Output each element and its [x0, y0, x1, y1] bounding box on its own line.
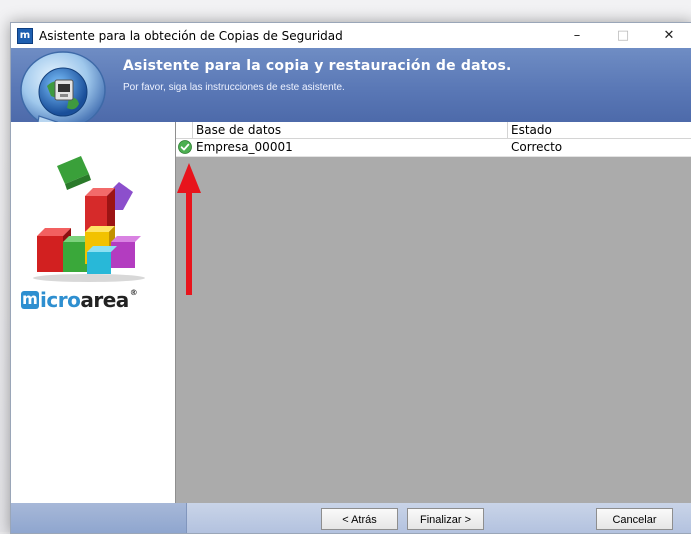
microarea-logo: m icroarea® [21, 288, 138, 312]
minimize-button[interactable]: – [554, 23, 600, 48]
table-row[interactable]: Empresa_00001 Correcto [176, 139, 691, 157]
check-circle-icon [178, 140, 192, 154]
header-title: Asistente para la copia y restauración d… [123, 58, 512, 74]
list-header: Base de datos Estado [176, 122, 691, 139]
header-icon-column [176, 122, 193, 138]
cancel-button[interactable]: Cancelar [596, 508, 673, 530]
wizard-header: Asistente para la copia y restauración d… [11, 48, 691, 142]
wizard-window: m Asistente para la obteción de Copias d… [10, 22, 691, 534]
title-bar[interactable]: m Asistente para la obteción de Copias d… [11, 23, 691, 48]
cell-status: Correcto [511, 140, 563, 154]
logo-text-area: area [80, 288, 129, 312]
header-subtitle: Por favor, siga las instrucciones de est… [123, 82, 345, 93]
colored-cubes-icon [33, 156, 145, 282]
column-header-database[interactable]: Base de datos [193, 122, 508, 138]
cell-database: Empresa_00001 [196, 140, 293, 154]
footer-button-bar: < Atrás Finalizar > Cancelar [186, 503, 691, 533]
maximize-button[interactable]: □ [600, 23, 646, 48]
back-button[interactable]: < Atrás [321, 508, 398, 530]
logo-mark: m [21, 290, 39, 309]
app-icon: m [17, 27, 33, 44]
wizard-footer: < Atrás Finalizar > Cancelar [11, 503, 691, 533]
close-button[interactable]: ✕ [646, 23, 691, 48]
logo-text-icro: icro [40, 288, 81, 312]
database-list[interactable]: Base de datos Estado Empresa_00001 Corre… [175, 122, 691, 503]
logo-text: icroarea® [40, 288, 138, 312]
red-arrow-up-icon [177, 163, 201, 295]
window-controls: – □ ✕ [554, 23, 691, 48]
window-title: Asistente para la obteción de Copias de … [39, 28, 343, 43]
logo-registered-mark: ® [129, 288, 138, 297]
finish-button[interactable]: Finalizar > [407, 508, 484, 530]
branding-panel: m icroarea® [11, 122, 175, 503]
column-header-status[interactable]: Estado [508, 122, 691, 138]
